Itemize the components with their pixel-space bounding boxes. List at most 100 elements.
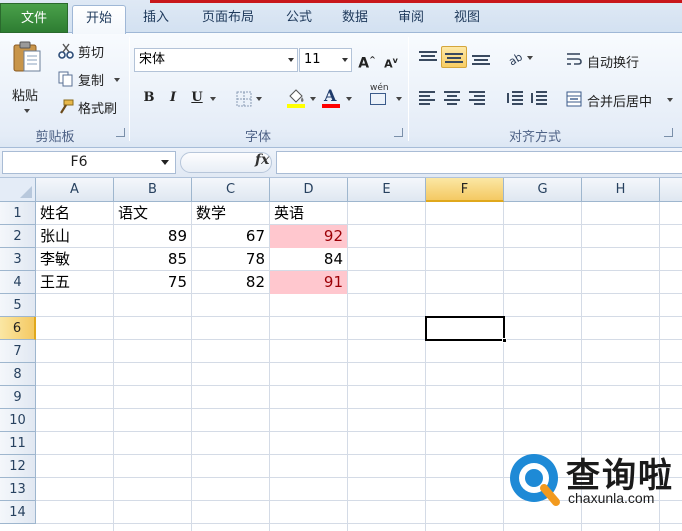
row-header-11[interactable]: 11 (0, 432, 36, 455)
wrap-text-label: 自动换行 (587, 56, 640, 71)
row-header-4[interactable]: 4 (0, 271, 36, 294)
wrap-text-button[interactable]: 自动换行 (566, 50, 660, 71)
cell-c3[interactable]: 78 (192, 248, 269, 271)
row-header-2[interactable]: 2 (0, 225, 36, 248)
row-header-12[interactable]: 12 (0, 455, 36, 478)
italic-button[interactable]: I (162, 87, 184, 109)
row-header-14[interactable]: 14 (0, 501, 36, 524)
font-size-value: 11 (304, 52, 321, 67)
cut-button[interactable]: 剪切 (56, 41, 116, 61)
fill-handle[interactable] (502, 338, 507, 343)
tab-formulas[interactable]: 公式 (277, 5, 321, 33)
cell-c1[interactable]: 数学 (192, 202, 269, 225)
gridline (36, 362, 682, 363)
ribbon-home: 粘贴 剪切 复制 格式刷 剪贴板 宋体 11 A^ Av B I U A wén… (0, 33, 682, 148)
cell-b1[interactable]: 语文 (114, 202, 191, 225)
row-header-13[interactable]: 13 (0, 478, 36, 501)
cell-b4[interactable]: 75 (114, 271, 191, 294)
column-header-g[interactable]: G (504, 178, 582, 202)
cell-b3[interactable]: 85 (114, 248, 191, 271)
tab-insert[interactable]: 插入 (134, 5, 178, 33)
chevron-down-icon (310, 97, 316, 101)
align-center-icon[interactable] (444, 91, 462, 105)
cell-d1[interactable]: 英语 (270, 202, 347, 225)
decrease-indent-icon[interactable] (507, 91, 525, 105)
clipboard-launcher-icon[interactable] (116, 128, 125, 137)
grow-font-button[interactable]: A^ (356, 49, 378, 72)
cell-b2[interactable]: 89 (114, 225, 191, 248)
column-header-a[interactable]: A (36, 178, 114, 202)
formula-input[interactable] (276, 151, 682, 174)
align-middle-button[interactable] (441, 46, 467, 68)
row-header-5[interactable]: 5 (0, 294, 36, 317)
accent-line (150, 0, 682, 3)
active-cell-f6[interactable] (425, 316, 507, 343)
insert-function-icon[interactable]: fx (255, 152, 269, 168)
column-header-d[interactable]: D (270, 178, 348, 202)
tab-home[interactable]: 开始 (72, 5, 126, 34)
font-size-select[interactable]: 11 (299, 48, 352, 72)
wrap-text-icon (567, 53, 582, 65)
tab-file[interactable]: 文件 (0, 3, 68, 33)
cell-d2[interactable]: 92 (270, 225, 347, 248)
row-header-9[interactable]: 9 (0, 386, 36, 409)
format-painter-button[interactable]: 格式刷 (56, 97, 126, 117)
column-header-f[interactable]: F (426, 178, 504, 202)
bold-button[interactable]: B (138, 87, 160, 109)
phonetic-button[interactable]: wén (368, 83, 404, 111)
font-name-value: 宋体 (139, 52, 166, 67)
cell-c2[interactable]: 67 (192, 225, 269, 248)
cell-d3[interactable]: 84 (270, 248, 347, 271)
column-header-partial[interactable] (660, 178, 682, 202)
cell-a3[interactable]: 李敏 (36, 248, 113, 271)
gridline (36, 339, 682, 340)
tab-data[interactable]: 数据 (333, 5, 377, 33)
paste-button[interactable]: 粘贴 (6, 39, 46, 119)
row-header-6[interactable]: 6 (0, 317, 36, 340)
row-header-3[interactable]: 3 (0, 248, 36, 271)
font-color-glyph: A (324, 86, 337, 105)
cell-a1[interactable]: 姓名 (36, 202, 113, 225)
font-launcher-icon[interactable] (394, 128, 403, 137)
fill-color-button[interactable] (284, 87, 318, 109)
copy-button[interactable]: 复制 (56, 69, 124, 89)
gridline (36, 316, 682, 317)
tab-page-layout[interactable]: 页面布局 (190, 5, 266, 33)
column-header-h[interactable]: H (582, 178, 660, 202)
chevron-down-icon (24, 109, 30, 113)
tab-review[interactable]: 审阅 (389, 5, 433, 33)
row-header-10[interactable]: 10 (0, 409, 36, 432)
paintbrush-icon (60, 99, 74, 114)
cell-a2[interactable]: 张山 (36, 225, 113, 248)
select-all-corner[interactable] (0, 178, 36, 202)
row-header-1[interactable]: 1 (0, 202, 36, 225)
tab-view[interactable]: 视图 (445, 5, 489, 33)
cell-d4[interactable]: 91 (270, 271, 347, 294)
increase-indent-icon[interactable] (531, 91, 549, 105)
underline-button[interactable]: U (186, 87, 208, 109)
column-header-e[interactable]: E (348, 178, 426, 202)
magnifier-logo-icon (510, 454, 560, 506)
align-top-icon[interactable] (419, 51, 437, 65)
column-header-b[interactable]: B (114, 178, 192, 202)
worksheet-grid[interactable]: A B C D E F G H 1 2 3 4 5 6 7 8 9 10 11 … (0, 178, 682, 531)
name-box[interactable]: F6 (2, 151, 176, 174)
cell-a4[interactable]: 王五 (36, 271, 113, 294)
row-header-7[interactable]: 7 (0, 340, 36, 363)
font-color-button[interactable]: A (320, 86, 354, 109)
merge-center-button[interactable]: 合并后居中 (566, 89, 676, 110)
align-right-icon[interactable] (469, 91, 487, 105)
align-bottom-icon[interactable] (472, 53, 490, 67)
column-header-c[interactable]: C (192, 178, 270, 202)
cell-c4[interactable]: 82 (192, 271, 269, 294)
grow-font-glyph: A (358, 55, 370, 72)
font-name-select[interactable]: 宋体 (134, 48, 298, 72)
border-button[interactable] (234, 90, 266, 108)
alignment-launcher-icon[interactable] (664, 128, 673, 137)
row-header-8[interactable]: 8 (0, 363, 36, 386)
chevron-down-icon[interactable] (210, 97, 216, 101)
orientation-button[interactable]: ab (505, 49, 537, 69)
align-left-icon[interactable] (419, 91, 437, 105)
shrink-font-button[interactable]: Av (380, 50, 402, 72)
chevron-down-icon (114, 78, 120, 82)
